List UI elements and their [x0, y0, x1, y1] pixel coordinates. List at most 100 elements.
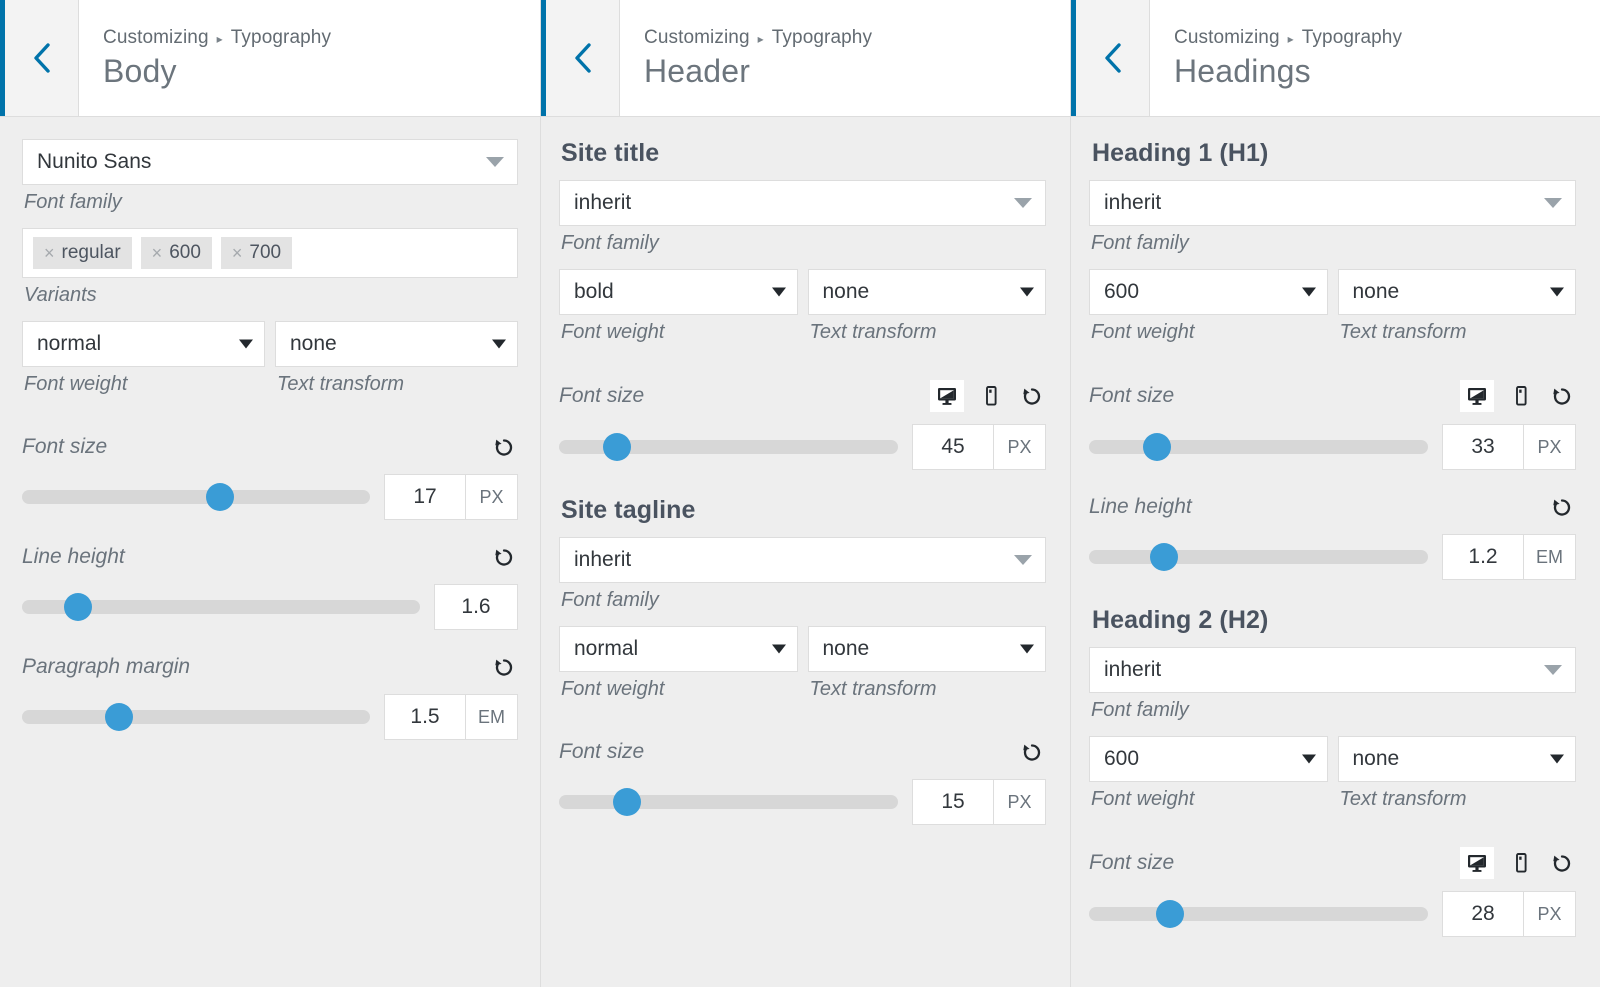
font-weight-select[interactable]: normal: [22, 321, 265, 367]
line-height-value[interactable]: 1.2: [1442, 534, 1524, 580]
text-transform-label: Text transform: [277, 373, 405, 395]
slider-thumb[interactable]: [1156, 900, 1185, 928]
font-size-value[interactable]: 17: [384, 474, 466, 520]
font-weight-value: bold: [574, 280, 614, 303]
panel-header: Customizing ▸ Typography Headings: [1071, 0, 1600, 117]
font-weight-label: Font weight: [1091, 788, 1195, 810]
font-size-control: Font size: [559, 380, 1046, 470]
back-button[interactable]: [5, 0, 79, 116]
reset-icon[interactable]: [1548, 849, 1576, 877]
back-button[interactable]: [546, 0, 620, 116]
reset-icon[interactable]: [1548, 493, 1576, 521]
font-size-slider[interactable]: [22, 483, 370, 511]
font-size-slider[interactable]: [559, 433, 898, 461]
mobile-icon[interactable]: [1504, 380, 1538, 412]
weight-transform-row: normal none: [22, 321, 518, 367]
variant-chip[interactable]: × 700: [220, 237, 293, 269]
font-size-slider[interactable]: [559, 788, 898, 816]
line-height-value[interactable]: 1.6: [434, 584, 518, 630]
font-size-slider[interactable]: [1089, 900, 1428, 928]
desktop-icon[interactable]: [930, 380, 964, 412]
text-transform-value: none: [290, 332, 337, 355]
chevron-down-icon: [1020, 644, 1034, 654]
font-size-value[interactable]: 15: [912, 779, 994, 825]
variant-chip[interactable]: × regular: [33, 237, 132, 269]
text-transform-select[interactable]: none: [275, 321, 518, 367]
font-family-value: inherit: [574, 548, 632, 571]
reset-icon[interactable]: [1548, 382, 1576, 410]
font-weight-select[interactable]: 600: [1089, 736, 1328, 782]
slider-thumb[interactable]: [63, 593, 92, 621]
text-transform-value: none: [1352, 747, 1400, 770]
variant-chip[interactable]: × 600: [140, 237, 212, 269]
font-weight-select[interactable]: normal: [559, 626, 798, 672]
breadcrumb: Customizing ▸ Typography: [644, 27, 872, 49]
chevron-left-icon: [33, 43, 50, 73]
breadcrumb: Customizing ▸ Typography: [1174, 27, 1402, 49]
breadcrumb-section: Typography: [230, 26, 332, 48]
chevron-down-icon: [771, 644, 786, 654]
font-family-label: Font family: [561, 589, 659, 611]
slider-thumb[interactable]: [1149, 543, 1178, 571]
slider-thumb[interactable]: [612, 788, 641, 816]
font-size-value[interactable]: 45: [912, 424, 994, 470]
font-size-unit: PX: [994, 424, 1046, 470]
font-family-select[interactable]: Nunito Sans: [22, 139, 518, 185]
desktop-icon[interactable]: [1460, 847, 1494, 879]
paragraph-margin-slider[interactable]: [22, 703, 370, 731]
text-transform-select[interactable]: none: [1337, 736, 1576, 782]
font-weight-label: Font weight: [561, 678, 665, 700]
reset-icon[interactable]: [490, 433, 518, 461]
slider-thumb[interactable]: [602, 433, 631, 461]
section-heading-h2: Heading 2 (H2): [1092, 606, 1269, 634]
font-weight-select[interactable]: 600: [1089, 269, 1328, 315]
reset-icon[interactable]: [490, 543, 518, 571]
desktop-icon[interactable]: [1460, 380, 1494, 412]
font-size-label: Font size: [1089, 851, 1175, 874]
back-button[interactable]: [1076, 0, 1150, 116]
remove-icon[interactable]: ×: [232, 244, 243, 262]
variants-field[interactable]: × regular × 600 × 700: [22, 228, 518, 278]
header-text: Customizing ▸ Typography Header: [620, 0, 872, 116]
remove-icon[interactable]: ×: [152, 244, 163, 262]
font-size-control: Font size 15 PX: [559, 737, 1046, 825]
font-family-select[interactable]: inherit: [559, 537, 1046, 583]
font-weight-label: Font weight: [24, 373, 128, 395]
remove-icon[interactable]: ×: [44, 244, 55, 262]
font-family-select[interactable]: inherit: [1089, 180, 1576, 226]
font-size-value[interactable]: 28: [1442, 891, 1524, 937]
font-size-value[interactable]: 33: [1442, 424, 1524, 470]
text-transform-value: none: [822, 637, 870, 660]
font-family-select[interactable]: inherit: [559, 180, 1046, 226]
font-family-select[interactable]: inherit: [1089, 647, 1576, 693]
mobile-icon[interactable]: [974, 380, 1008, 412]
line-height-slider[interactable]: [22, 593, 420, 621]
mobile-icon[interactable]: [1504, 847, 1538, 879]
panel-body: Customizing ▸ Typography Body Nunito San…: [0, 0, 540, 987]
text-transform-select[interactable]: none: [807, 269, 1046, 315]
text-transform-select[interactable]: none: [807, 626, 1046, 672]
reset-icon[interactable]: [1018, 382, 1046, 410]
font-weight-select[interactable]: bold: [559, 269, 798, 315]
reset-icon[interactable]: [490, 653, 518, 681]
text-transform-value: none: [1352, 280, 1400, 303]
chevron-down-icon: [771, 287, 786, 297]
breadcrumb-section: Typography: [1301, 26, 1403, 48]
breadcrumb-root: Customizing: [1174, 26, 1280, 48]
panel-headings: Customizing ▸ Typography Headings Headin…: [1070, 0, 1600, 987]
text-transform-label: Text transform: [1339, 321, 1467, 343]
font-size-slider[interactable]: [1089, 433, 1428, 461]
line-height-control: Line height 1.6: [22, 542, 518, 630]
chevron-down-icon: [239, 339, 253, 349]
reset-icon[interactable]: [1018, 738, 1046, 766]
line-height-slider[interactable]: [1089, 543, 1428, 571]
slider-thumb[interactable]: [1142, 433, 1171, 461]
font-family-value: inherit: [574, 191, 632, 214]
slider-thumb[interactable]: [206, 483, 235, 511]
slider-thumb[interactable]: [105, 703, 134, 731]
panel-body-content: Nunito Sans Font family × regular × 600 …: [0, 117, 540, 740]
text-transform-select[interactable]: none: [1337, 269, 1576, 315]
text-transform-label: Text transform: [809, 678, 937, 700]
paragraph-margin-unit: EM: [466, 694, 518, 740]
paragraph-margin-value[interactable]: 1.5: [384, 694, 466, 740]
